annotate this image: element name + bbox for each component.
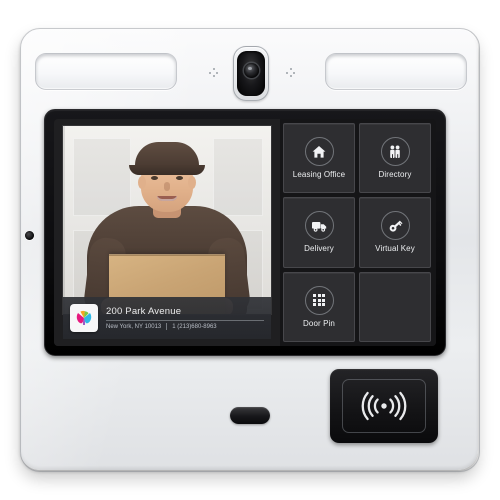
live-video-feed[interactable] xyxy=(63,126,271,314)
tile-label: Leasing Office xyxy=(292,170,346,180)
tile-empty-slot[interactable] xyxy=(359,271,431,342)
address-street: 200 Park Avenue xyxy=(106,306,182,317)
person-nose xyxy=(164,182,170,191)
rfid-nfc-reader[interactable] xyxy=(330,369,438,443)
side-sensor xyxy=(25,231,34,240)
tile-virtual-key[interactable]: Virtual Key xyxy=(359,197,431,268)
property-logo xyxy=(70,304,98,332)
person-mouth xyxy=(157,196,177,201)
contactless-wave-icon xyxy=(361,391,407,421)
camera-module xyxy=(233,46,269,101)
person-cap-brim xyxy=(129,165,205,175)
tile-leasing-office[interactable]: Leasing Office xyxy=(283,123,355,194)
rfid-reader-target xyxy=(342,379,426,433)
truck-icon xyxy=(304,211,334,241)
person-ear-right xyxy=(188,176,196,189)
tile-label: Door Pin xyxy=(303,318,335,328)
screenshot-stage: 200 Park Avenue New York, NY 10013 1 (21… xyxy=(0,0,500,500)
address-divider xyxy=(106,319,264,321)
home-icon xyxy=(304,137,334,167)
delivery-person xyxy=(63,126,271,314)
tile-label: Directory xyxy=(378,170,412,180)
tile-label: Virtual Key xyxy=(375,244,415,254)
speaker-grille-right xyxy=(325,53,467,90)
microphone-port-right xyxy=(286,68,295,77)
video-pane: 200 Park Avenue New York, NY 10013 1 (21… xyxy=(54,119,280,346)
address-overlay: 200 Park Avenue New York, NY 10013 1 (21… xyxy=(63,297,271,339)
microphone-port-left xyxy=(209,68,218,77)
package-seam xyxy=(109,254,225,256)
people-icon xyxy=(380,137,410,167)
address-city-state-zip: New York, NY 10013 xyxy=(106,323,162,330)
person-eye-right xyxy=(176,176,183,180)
camera-well xyxy=(237,51,265,96)
person-eye-left xyxy=(151,176,158,180)
keypad-grid-icon xyxy=(304,285,334,315)
tile-delivery[interactable]: Delivery xyxy=(283,197,355,268)
tile-door-pin[interactable]: Door Pin xyxy=(283,271,355,342)
tile-directory[interactable]: Directory xyxy=(359,123,431,194)
camera-lens-icon xyxy=(243,63,259,79)
key-icon xyxy=(380,211,410,241)
address-phone: 1 (213)680-8963 xyxy=(172,323,217,330)
tile-label: Delivery xyxy=(304,244,334,254)
screen-bezel: 200 Park Avenue New York, NY 10013 1 (21… xyxy=(44,109,446,356)
proximity-sensor xyxy=(230,407,270,424)
person-ear-left xyxy=(138,176,146,189)
speaker-grille-left xyxy=(35,53,177,90)
keypad-dots xyxy=(312,294,326,307)
address-subline: New York, NY 10013 1 (213)680-8963 xyxy=(106,323,264,330)
menu-tile-grid: Leasing Office Directory Delivery Virtua… xyxy=(280,119,436,346)
lcd-screen: 200 Park Avenue New York, NY 10013 1 (21… xyxy=(54,119,436,346)
address-separator xyxy=(166,323,168,330)
address-text-block: 200 Park Avenue New York, NY 10013 1 (21… xyxy=(106,306,264,330)
